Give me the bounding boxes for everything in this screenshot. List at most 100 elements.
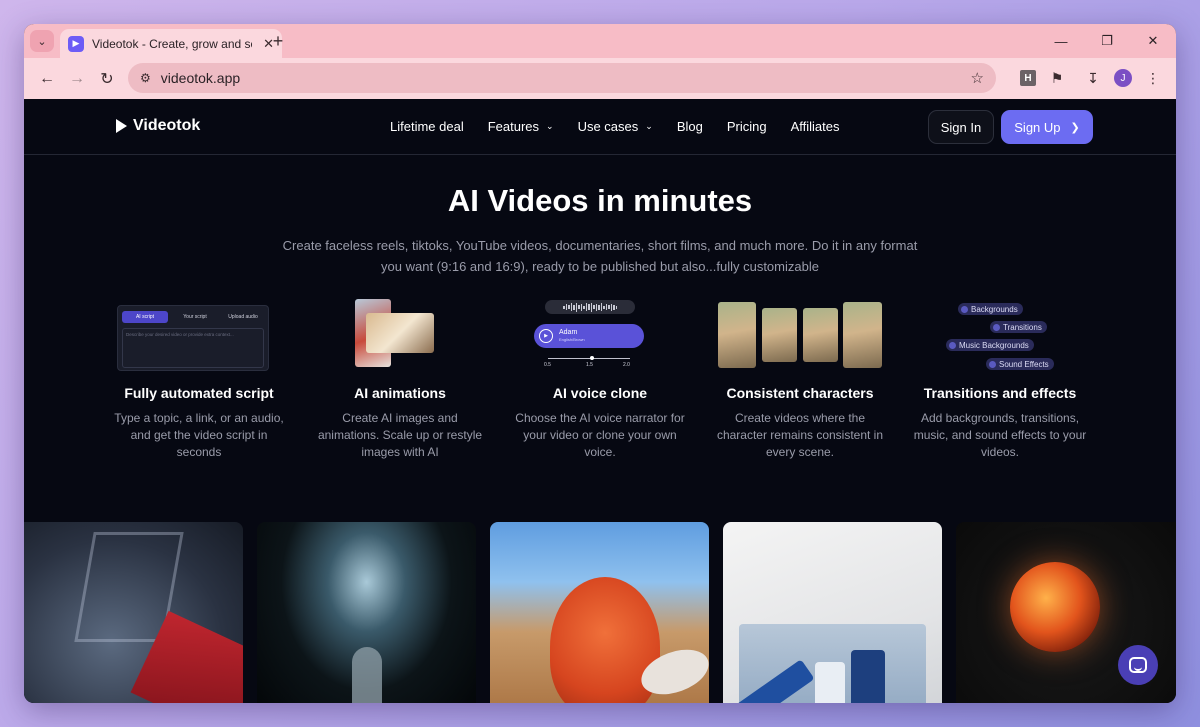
feature-desc: Create AI images and animations. Scale u… (317, 411, 483, 459)
feature-desc: Create videos where the character remain… (716, 411, 884, 459)
feature-automated-script: AI script Your script Upload audio Descr… (109, 299, 289, 461)
new-tab-button[interactable]: + (266, 32, 290, 52)
speed-tick: 2.0 (623, 362, 630, 368)
download-icon[interactable]: ↧ (1078, 63, 1108, 93)
sign-in-label: Sign In (940, 119, 982, 135)
sign-up-button[interactable]: Sign Up ❯ (1001, 110, 1093, 144)
chip-label: Music Backgrounds (959, 340, 1029, 350)
nav-label: Blog (676, 119, 703, 134)
tab-search-button[interactable]: ⌄ (30, 30, 54, 52)
voice-name: Adam (559, 329, 578, 336)
window-controls: — ❐ ✕ (1038, 24, 1176, 58)
nav-use-cases[interactable]: Use cases ⌄ (578, 119, 653, 134)
nav-label: Use cases (577, 119, 639, 134)
minimize-icon[interactable]: — (1038, 24, 1084, 58)
chat-support-button[interactable] (1118, 645, 1158, 685)
nav-pricing[interactable]: Pricing (727, 119, 767, 134)
nav-label: Lifetime deal (390, 119, 464, 134)
chip-dot (989, 360, 996, 368)
feature-desc: Choose the AI voice narrator for your vi… (515, 411, 685, 459)
character-image (803, 308, 838, 362)
chip-transitions: Transitions (990, 321, 1047, 333)
feature-desc: Add backgrounds, transitions, music, and… (913, 411, 1087, 459)
address-bar[interactable]: ⚙ videotok.app ☆ (128, 63, 996, 93)
site-navbar: Videotok Lifetime deal Features ⌄ Use cas… (24, 99, 1176, 155)
back-button[interactable]: ← (32, 64, 62, 94)
tab-title: Videotok - Create, grow and scale (92, 36, 252, 51)
animation-preview (310, 299, 490, 371)
browser-toolbar: ← → ↻ ⚙ videotok.app ☆ H ⚑ ↧ J ⋮ (24, 58, 1176, 99)
toolbar-actions: H ⚑ ↧ J ⋮ (1014, 63, 1168, 93)
site-logo[interactable]: Videotok (116, 117, 200, 135)
nav-blog[interactable]: Blog (677, 119, 703, 134)
sign-up-label: Sign Up (1014, 119, 1061, 135)
character-image (843, 302, 882, 368)
bookmark-star-icon[interactable]: ☆ (971, 69, 984, 87)
speed-tick: 0.5 (544, 362, 551, 368)
effects-preview: Backgrounds Transitions Music Background… (910, 299, 1090, 371)
forward-button[interactable]: → (62, 64, 92, 94)
chip-dot (949, 341, 956, 349)
play-logo-icon (116, 119, 127, 133)
nav-lifetime-deal[interactable]: Lifetime deal (390, 119, 464, 134)
seg-ai-script: AI script (122, 311, 168, 323)
hero-subtitle: Create faceless reels, tiktoks, YouTube … (282, 238, 918, 274)
site-settings-icon[interactable]: ⚙ (140, 71, 151, 85)
feature-title: Consistent characters (726, 385, 874, 401)
url-text: videotok.app (160, 70, 241, 86)
chevron-down-icon: ⌄ (645, 121, 653, 131)
voice-preview: ▶ Adam English/Brown 0.5 1.5 2.0 (510, 299, 690, 371)
reload-button[interactable]: ↻ (92, 64, 122, 94)
speed-slider-track (548, 358, 630, 359)
window-close-icon[interactable]: ✕ (1130, 24, 1176, 58)
play-icon: ▶ (539, 329, 553, 343)
feature-consistent-characters: Consistent characters Create videos wher… (710, 299, 890, 461)
waveform (545, 300, 635, 314)
nav-affiliates[interactable]: Affiliates (791, 119, 840, 134)
chip-backgrounds: Backgrounds (958, 303, 1023, 315)
chip-label: Transitions (1003, 322, 1042, 332)
chip-label: Sound Effects (999, 359, 1049, 369)
gallery-video-bird[interactable] (490, 522, 709, 703)
chevron-down-icon: ⌄ (546, 121, 554, 131)
logo-text: Videotok (133, 117, 201, 134)
nav-label: Affiliates (790, 119, 840, 134)
script-preview: AI script Your script Upload audio Descr… (109, 299, 289, 371)
chat-icon (1129, 657, 1147, 673)
extensions-puzzle-icon[interactable]: ⚑ (1042, 63, 1072, 93)
chip-dot (961, 305, 968, 313)
chevron-right-icon: ❯ (1070, 121, 1080, 134)
sign-in-button[interactable]: Sign In (928, 110, 994, 144)
chip-sound-effects: Sound Effects (986, 358, 1054, 370)
nav-features[interactable]: Features ⌄ (488, 119, 554, 134)
extension-h-icon[interactable]: H (1020, 70, 1036, 86)
script-panel: AI script Your script Upload audio Descr… (117, 305, 269, 371)
gallery-video-product[interactable] (723, 522, 942, 703)
web-page: Videotok Lifetime deal Features ⌄ Use cas… (24, 99, 1176, 703)
gallery-video-basketball[interactable] (24, 522, 243, 703)
feature-title: AI voice clone (552, 385, 648, 401)
nav-label: Pricing (726, 119, 767, 134)
chip-dot (993, 323, 1000, 331)
browser-tab[interactable]: ▶ Videotok - Create, grow and scale ✕ (60, 29, 282, 58)
chip-label: Backgrounds (971, 304, 1018, 314)
character-image (718, 302, 756, 368)
feature-title: Transitions and effects (923, 385, 1077, 401)
voice-sub: English/Brown (559, 337, 585, 342)
feature-ai-animations: AI animations Create AI images and anima… (310, 299, 490, 461)
chip-music-backgrounds: Music Backgrounds (946, 339, 1034, 351)
chevron-down-icon: ⌄ (37, 35, 47, 48)
speed-slider-knob (590, 356, 594, 360)
voice-selector: ▶ Adam English/Brown (534, 324, 644, 348)
animation-image-room (366, 313, 434, 353)
feature-title: AI animations (354, 385, 446, 401)
gallery-video-cave[interactable] (257, 522, 476, 703)
profile-avatar[interactable]: J (1114, 69, 1132, 87)
nav-label: Features (487, 119, 540, 134)
restore-icon[interactable]: ❐ (1084, 24, 1130, 58)
seg-your-script: Your script (183, 314, 207, 320)
character-image (762, 308, 797, 362)
more-menu-icon[interactable]: ⋮ (1138, 63, 1168, 93)
script-input-preview: Describe your desired video or provide e… (122, 328, 264, 368)
arrow-right-icon: → (69, 69, 85, 87)
